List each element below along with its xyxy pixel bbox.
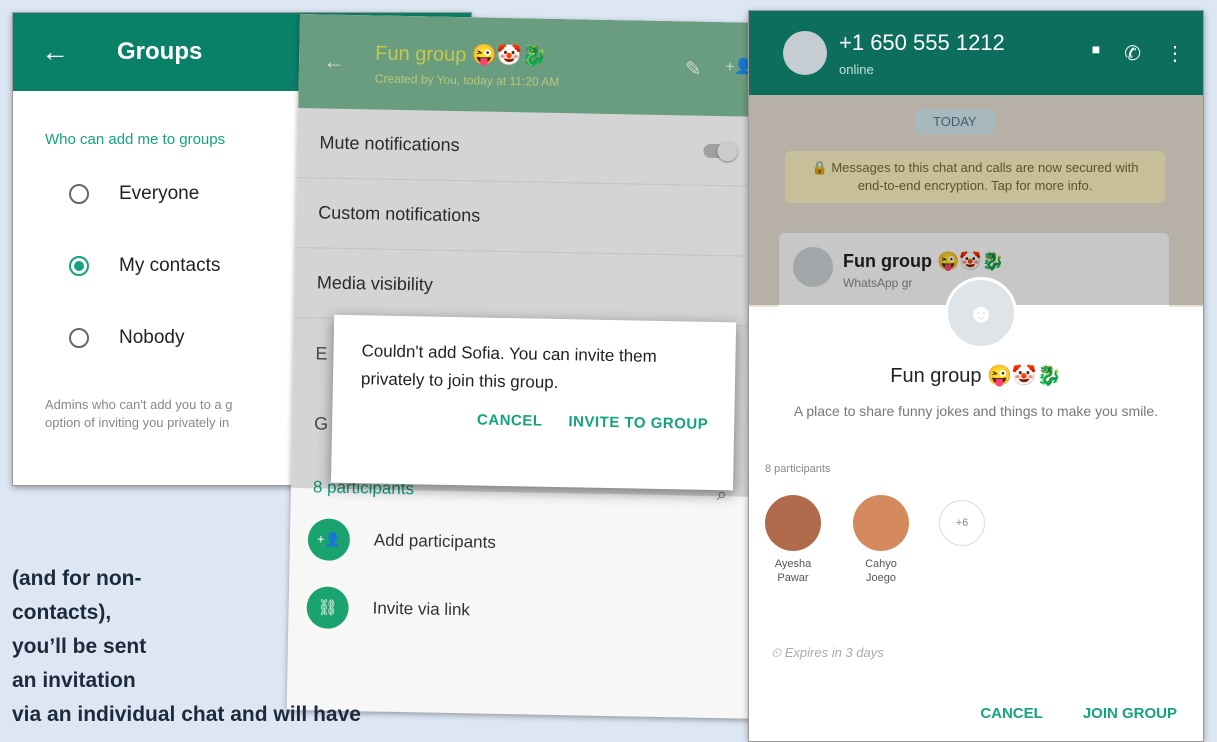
member-name: Cahyo Joego — [851, 557, 911, 585]
footnote-line: option of inviting you privately in — [45, 415, 230, 430]
mute-toggle[interactable] — [703, 143, 736, 158]
mute-notifications-row[interactable]: Mute notifications — [296, 107, 777, 188]
custom-notifications-row[interactable]: Custom notifications — [295, 177, 775, 258]
edit-icon[interactable]: ✎ — [685, 56, 702, 81]
video-call-icon[interactable]: ■ — [1092, 41, 1100, 66]
article-caption: (and for non- contacts), you’ll be sent … — [12, 562, 361, 732]
member-name-line: Cahyo — [865, 558, 897, 570]
page-title: Groups — [117, 38, 203, 65]
contact-name: +1 650 555 1212 — [839, 29, 1005, 55]
caption-line: you’ll be sent — [12, 635, 147, 658]
join-group-sheet: ☻ Fun group 😜🤡🐉 A place to share funny j… — [749, 277, 1203, 741]
more-members-badge[interactable]: +6 — [939, 500, 985, 546]
couldnt-add-dialog: Couldn't add Sofia. You can invite them … — [331, 314, 737, 491]
participants-count: 8 participants — [765, 463, 831, 475]
member-item[interactable]: Ayesha Pawar — [763, 495, 823, 585]
cancel-button[interactable]: CANCEL — [477, 411, 543, 429]
caption-line: contacts), — [12, 601, 112, 624]
phone-icon[interactable]: ✆ — [1124, 41, 1141, 66]
join-group-button[interactable]: JOIN GROUP — [1083, 705, 1177, 722]
member-name-line: Joego — [866, 572, 896, 584]
group-avatar-icon: ☻ — [945, 277, 1017, 349]
option-label: Everyone — [119, 183, 200, 204]
action-label: Invite via link — [372, 598, 471, 620]
cancel-button[interactable]: CANCEL — [980, 705, 1043, 722]
group-name: Fun group 😜🤡🐉 — [890, 365, 1062, 387]
add-person-icon: +👤 — [307, 518, 351, 562]
setting-label: Mute notifications — [319, 132, 460, 156]
option-label: My contacts — [119, 255, 221, 276]
member-list: Ayesha Pawar Cahyo Joego +6 — [763, 495, 985, 585]
chat-app-bar: +1 650 555 1212 online ■ ✆ ⋮ — [749, 11, 1203, 95]
privacy-footnote: Admins who can't add you to a g option o… — [45, 396, 315, 432]
option-label: Nobody — [119, 327, 185, 348]
encryption-notice[interactable]: 🔒 Messages to this chat and calls are no… — [785, 151, 1165, 203]
caption-line: via an individual chat and will have — [12, 703, 361, 726]
member-avatar — [765, 495, 821, 551]
group-avatar — [793, 247, 833, 287]
add-participants-row[interactable]: +👤 Add participants — [289, 505, 768, 582]
date-chip: TODAY — [915, 109, 995, 134]
member-avatar — [853, 495, 909, 551]
contact-avatar[interactable] — [783, 31, 827, 75]
setting-label: Custom notifications — [318, 202, 481, 226]
radio-button-icon[interactable] — [69, 184, 89, 204]
member-name-line: Ayesha — [774, 558, 812, 570]
menu-icon[interactable]: ⋮ — [1165, 41, 1185, 66]
radio-checked-icon[interactable] — [69, 256, 89, 276]
contact-status: online — [839, 61, 874, 77]
group-info-app-bar: ← Fun group 😜🤡🐉 Created by You, today at… — [298, 14, 778, 118]
setting-label: Media visibility — [316, 272, 434, 295]
group-title: Fun group 😜🤡🐉 — [375, 41, 547, 68]
radio-button-icon[interactable] — [69, 328, 89, 348]
back-arrow-icon[interactable]: ← — [41, 38, 69, 66]
member-name-line: Pawar — [777, 572, 809, 584]
group-subtitle: Created by You, today at 11:20 AM — [374, 70, 560, 89]
member-name: Ayesha Pawar — [763, 557, 823, 585]
footnote-line: Admins who can't add you to a g — [45, 397, 233, 412]
chat-join-screen: +1 650 555 1212 online ■ ✆ ⋮ TODAY 🔒 Mes… — [748, 10, 1204, 742]
expiry-notice: ⏲ Expires in 3 days — [771, 645, 884, 660]
caption-line: an invitation — [12, 669, 136, 692]
invite-title: Fun group 😜🤡🐉 — [843, 251, 1005, 271]
action-label: Add participants — [373, 530, 496, 552]
invite-to-group-button[interactable]: INVITE TO GROUP — [568, 413, 708, 433]
caption-line: (and for non- — [12, 567, 142, 590]
dialog-message: Couldn't add Sofia. You can invite them … — [360, 341, 657, 393]
back-arrow-icon[interactable]: ← — [323, 48, 345, 73]
group-description: A place to share funny jokes and things … — [793, 403, 1159, 419]
member-item[interactable]: Cahyo Joego — [851, 495, 911, 585]
